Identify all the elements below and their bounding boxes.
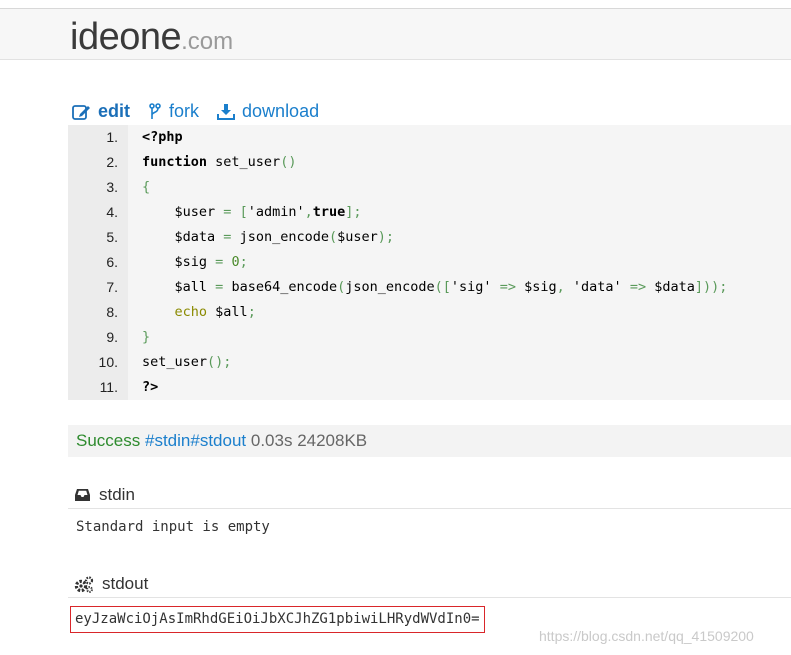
stdout-content: eyJzaWciOjAsImRhdGEiOiJbXCJhZG1pbiwiLHRy…: [70, 606, 485, 633]
watermark: https://blog.csdn.net/qq_41509200: [539, 628, 754, 644]
code-text: $sig = 0;: [174, 254, 248, 270]
stdout-title: stdout: [102, 574, 149, 593]
edit-icon: [72, 104, 90, 120]
run-time: 0.03s: [250, 431, 293, 450]
line-number: 1.: [106, 129, 118, 145]
source-code: 1. <?php 2. function set_user() 3. { 4. $us…: [68, 125, 791, 400]
stdout-link[interactable]: #stdout: [190, 431, 246, 450]
line-number: 4.: [106, 204, 118, 220]
site-header: ideone.com: [0, 8, 791, 60]
gears-icon: [74, 575, 94, 593]
fork-label: fork: [169, 100, 200, 121]
inbox-icon: [75, 489, 90, 501]
download-label: download: [242, 100, 320, 121]
stdin-divider: [68, 508, 791, 509]
status-success: Success: [76, 431, 141, 450]
code-text: $data = json_encode($user);: [174, 229, 395, 245]
code-text: $user = ['admin',true];: [174, 204, 362, 220]
code-text: {: [142, 179, 151, 195]
line-number: 2.: [106, 154, 118, 170]
stdin-heading: stdin: [74, 485, 135, 505]
run-result: Success #stdin#stdout 0.03s 24208KB: [68, 425, 791, 457]
line-number: 10.: [98, 354, 118, 370]
code-text: <?php: [142, 129, 183, 145]
stdin-title: stdin: [99, 485, 135, 504]
edit-label: edit: [98, 100, 131, 121]
code-text: $all = base64_encode(json_encode(['sig' …: [174, 279, 728, 295]
fork-icon: [149, 102, 161, 119]
logo-tld: .com: [181, 28, 234, 55]
download-icon: [217, 103, 236, 120]
code-text: ?>: [142, 379, 159, 395]
edit-button[interactable]: edit: [72, 101, 130, 122]
stdout-divider: [68, 597, 791, 598]
logo-name: ideone: [70, 16, 182, 58]
fork-button[interactable]: fork: [148, 101, 199, 122]
code-text: }: [142, 329, 151, 345]
code-text: set_user();: [142, 354, 232, 370]
line-number: 9.: [106, 329, 118, 345]
stdin-link[interactable]: #stdin: [145, 431, 190, 450]
ideone-logo[interactable]: ideone.com: [70, 16, 233, 59]
line-number: 6.: [106, 254, 118, 270]
code-actions: edit fork download: [72, 100, 337, 122]
line-number: 7.: [106, 279, 118, 295]
code-text: echo $all;: [174, 304, 256, 320]
download-button[interactable]: download: [217, 101, 319, 122]
stdin-content: Standard input is empty: [76, 519, 270, 535]
line-number: 11.: [99, 379, 118, 395]
stdout-heading: stdout: [74, 574, 148, 594]
memory-usage: 24208KB: [297, 431, 368, 450]
line-number: 8.: [106, 304, 118, 320]
line-number: 3.: [106, 179, 118, 195]
code-text: function set_user(): [142, 154, 297, 170]
line-number: 5.: [106, 229, 118, 245]
